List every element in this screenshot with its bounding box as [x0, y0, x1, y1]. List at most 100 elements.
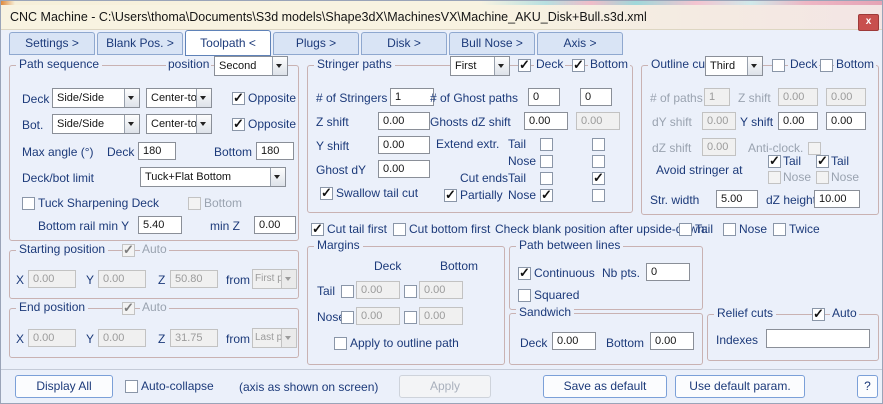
use-default-button[interactable]: Use default param.	[675, 375, 805, 398]
outline-deck-checkbox[interactable]	[772, 59, 785, 72]
outline-z-shift-label: Z shift	[738, 91, 771, 105]
extend-nose-bottom-checkbox[interactable]	[592, 155, 605, 168]
ghost-dy-field[interactable]: 0.00	[378, 160, 430, 178]
sandwich-deck-field[interactable]: 0.00	[552, 332, 596, 350]
starting-auto-label: Auto	[140, 242, 169, 256]
margins-tail-deck-checkbox[interactable]	[341, 285, 354, 298]
margins-tail-deck-field: 0.00	[356, 281, 400, 299]
upside-down-twice-label: Twice	[789, 222, 820, 236]
tab-toolpath[interactable]: Toolpath <	[185, 30, 271, 56]
end-y-field: 0.00	[98, 329, 146, 347]
x-label: X	[16, 332, 24, 346]
max-angle-bottom-field[interactable]: 180	[256, 142, 294, 160]
avoid-tail-deck-checkbox[interactable]	[768, 155, 781, 168]
tab-disk[interactable]: Disk >	[361, 32, 447, 55]
extend-nose-deck-checkbox[interactable]	[540, 155, 553, 168]
title-bar[interactable]: CNC Machine - C:\Users\thoma\Documents\S…	[1, 5, 882, 30]
outline-bottom-checkbox[interactable]	[820, 59, 833, 72]
close-icon[interactable]: x	[858, 14, 879, 31]
outline-y-shift-deck-field[interactable]: 0.00	[778, 112, 818, 130]
stringer-order-dropdown[interactable]: First	[450, 56, 510, 76]
y-shift-field[interactable]: 0.00	[378, 136, 430, 154]
ghost-paths-bottom-field[interactable]: 0	[580, 88, 612, 106]
relief-auto-checkbox[interactable]	[812, 308, 825, 321]
upside-down-twice-checkbox[interactable]	[773, 223, 786, 236]
upside-down-tail-label: Tail	[695, 222, 713, 236]
outline-y-shift-bottom-field[interactable]: 0.00	[826, 112, 866, 130]
deck-opposite-checkbox[interactable]	[232, 92, 245, 105]
indexes-field[interactable]	[766, 329, 870, 348]
cut-bottom-first-checkbox[interactable]	[393, 223, 406, 236]
apply-to-outline-checkbox[interactable]	[334, 337, 347, 350]
extend-tail-deck-checkbox[interactable]	[540, 138, 553, 151]
tab-plugs[interactable]: Plugs >	[273, 32, 359, 55]
str-width-field[interactable]: 5.00	[716, 190, 758, 208]
ghost-paths-deck-field[interactable]: 0	[528, 88, 560, 106]
help-button[interactable]: ?	[857, 375, 878, 398]
starting-auto-checkbox	[122, 244, 135, 257]
ghosts-dz-bottom-field: 0.00	[576, 112, 620, 130]
bottom-rail-min-y-field[interactable]: 5.40	[138, 216, 182, 234]
partially-checkbox[interactable]	[444, 189, 457, 202]
display-all-button[interactable]: Display All	[15, 375, 113, 398]
margins-nose-bottom-checkbox[interactable]	[404, 311, 417, 324]
cut-ends-tail-bottom-checkbox[interactable]	[592, 172, 605, 185]
cut-ends-nose-deck-checkbox[interactable]	[540, 189, 553, 202]
stringer-bottom-checkbox[interactable]	[572, 59, 585, 72]
upside-down-tail-checkbox[interactable]	[679, 223, 692, 236]
outline-deck-label: Deck	[788, 57, 819, 71]
avoid-tail-bottom-label: Tail	[831, 154, 849, 168]
swallow-tail-cut-checkbox[interactable]	[320, 187, 333, 200]
margins-tail-bottom-checkbox[interactable]	[404, 285, 417, 298]
deck-mode-dropdown[interactable]: Side/Side	[52, 88, 140, 108]
bot-mode-dropdown[interactable]: Side/Side	[52, 114, 140, 134]
margins-bottom-header: Bottom	[440, 259, 478, 273]
group-title: Relief cuts	[714, 306, 776, 320]
auto-collapse-checkbox[interactable]	[125, 380, 138, 393]
avoid-stringer-label: Avoid stringer at	[656, 163, 743, 177]
squared-checkbox[interactable]	[518, 289, 531, 302]
y-label: Y	[86, 273, 94, 287]
stringer-deck-checkbox[interactable]	[518, 59, 531, 72]
cut-ends-nose-bottom-checkbox[interactable]	[592, 189, 605, 202]
continuous-checkbox[interactable]	[518, 267, 531, 280]
margins-nose-deck-checkbox[interactable]	[341, 311, 354, 324]
from-label: from	[226, 273, 250, 287]
avoid-tail-bottom-checkbox[interactable]	[816, 155, 829, 168]
dz-height-field[interactable]: 10.00	[814, 190, 860, 208]
ghosts-dz-deck-field[interactable]: 0.00	[524, 112, 568, 130]
tab-bull-nose[interactable]: Bull Nose >	[449, 32, 535, 55]
deck-order-dropdown[interactable]: Center-to-	[146, 88, 212, 108]
upside-down-nose-checkbox[interactable]	[723, 223, 736, 236]
tab-blank-pos[interactable]: Blank Pos. >	[97, 32, 183, 55]
max-angle-deck-field[interactable]: 180	[138, 142, 176, 160]
margins-deck-header: Deck	[374, 259, 401, 273]
tab-axis[interactable]: Axis >	[537, 32, 623, 55]
str-width-label: Str. width	[650, 193, 699, 207]
z-label: Z	[158, 273, 165, 287]
sandwich-bottom-field[interactable]: 0.00	[650, 332, 694, 350]
min-z-field[interactable]: 0.00	[254, 216, 296, 234]
tuck-sharpening-bottom-label: Bottom	[204, 196, 242, 210]
extend-tail-bottom-checkbox[interactable]	[592, 138, 605, 151]
outline-z-shift-bottom-field: 0.00	[826, 88, 866, 106]
position-dropdown[interactable]: Second	[214, 56, 288, 76]
continuous-label: Continuous	[534, 266, 595, 280]
axis-note-label: (axis as shown on screen)	[239, 380, 378, 394]
position-label: position	[166, 57, 211, 71]
tuck-sharpening-deck-checkbox[interactable]	[22, 197, 35, 210]
deck-bot-limit-dropdown[interactable]: Tuck+Flat Bottom	[140, 167, 286, 187]
bot-order-dropdown[interactable]: Center-to-	[146, 114, 212, 134]
outline-order-dropdown[interactable]: Third	[705, 56, 763, 76]
cut-ends-tail-deck-checkbox[interactable]	[540, 172, 553, 185]
bot-opposite-checkbox[interactable]	[232, 118, 245, 131]
nb-pts-field[interactable]: 0	[646, 263, 690, 281]
num-stringers-field[interactable]: 1	[390, 88, 434, 106]
min-z-label: min Z	[210, 219, 240, 233]
group-title: Margins	[314, 238, 363, 252]
tab-settings[interactable]: Settings >	[9, 32, 95, 55]
dy-shift-field: 0.00	[702, 112, 736, 130]
save-default-button[interactable]: Save as default param.	[543, 375, 667, 398]
z-shift-field[interactable]: 0.00	[378, 112, 430, 130]
cut-tail-first-checkbox[interactable]	[311, 223, 324, 236]
